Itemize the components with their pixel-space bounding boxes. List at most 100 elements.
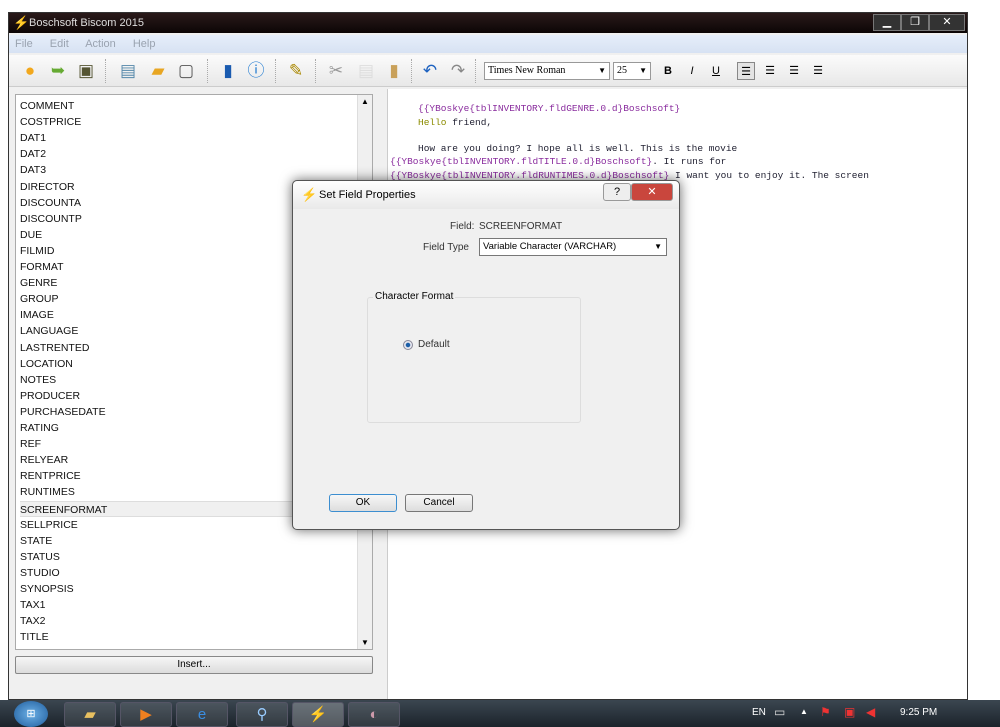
title-bar: ⚡ Boschsoft Biscom 2015 ▁ ❐ ✕ <box>9 13 967 33</box>
media-player-icon[interactable]: ▶ <box>120 702 172 727</box>
file-explorer-icon[interactable]: ▰ <box>64 702 116 727</box>
field-type-label: Field Type <box>423 242 469 253</box>
dialog-close-button[interactable]: ✕ <box>631 183 673 201</box>
app-lightning-icon: ⚡ <box>301 187 318 202</box>
field-list-item[interactable]: STUDIO <box>20 565 358 581</box>
field-type-value: Variable Character (VARCHAR) <box>483 241 617 252</box>
save-icon[interactable]: ▢ <box>175 60 197 82</box>
field-label: Field: <box>450 221 475 232</box>
window-title: Boschsoft Biscom 2015 <box>29 17 144 29</box>
help-book-icon[interactable]: ▮ <box>217 60 239 82</box>
underline-button[interactable]: U <box>707 62 725 80</box>
language-indicator[interactable]: EN <box>752 707 766 718</box>
info-icon[interactable]: ⓘ <box>245 60 267 82</box>
field-list-item[interactable]: SYNOPSIS <box>20 581 358 597</box>
chevron-down-icon: ▼ <box>639 66 647 75</box>
network-tool-icon[interactable]: ⚲ <box>236 702 288 727</box>
clock-time[interactable]: 9:25 PM <box>900 707 937 718</box>
scroll-up-icon[interactable]: ▲ <box>361 97 369 106</box>
align-right-icon[interactable]: ☰ <box>785 62 803 80</box>
database-icon[interactable]: ● <box>19 60 41 82</box>
toolbar-separator <box>275 59 277 83</box>
align-left-icon[interactable]: ☰ <box>737 62 755 80</box>
editor-line: How are you doing? I hope all is well. T… <box>418 143 738 154</box>
menu-action[interactable]: Action <box>85 38 116 50</box>
maximize-button[interactable]: ❐ <box>901 14 929 31</box>
save-disk-icon[interactable]: ▣ <box>75 60 97 82</box>
action-center-flag-icon[interactable]: ⚑ <box>820 705 831 719</box>
font-size-select[interactable]: 25 ▼ <box>613 62 651 80</box>
chevron-down-icon: ▼ <box>598 66 606 75</box>
set-field-properties-dialog: ⚡ Set Field Properties ? ✕ Field: SCREEN… <box>292 180 680 530</box>
redo-icon[interactable]: ↷ <box>447 60 469 82</box>
network-tray-icon[interactable]: ▭ <box>774 705 785 719</box>
editor-line: {{YBoskye{tblINVENTORY.fldTITLE.0.d}Bosc… <box>390 156 726 167</box>
justify-icon[interactable]: ☰ <box>809 62 827 80</box>
field-type-select[interactable]: Variable Character (VARCHAR) ▼ <box>479 238 667 256</box>
field-list-item[interactable]: COMMENT <box>20 98 358 114</box>
cancel-button[interactable]: Cancel <box>405 494 473 512</box>
field-list-item[interactable]: TAX2 <box>20 613 358 629</box>
dialog-title-bar: ⚡ Set Field Properties ? ✕ <box>293 181 679 209</box>
field-list-item[interactable]: TAX1 <box>20 597 358 613</box>
field-list-item[interactable]: STATUS <box>20 549 358 565</box>
undo-icon[interactable]: ↶ <box>419 60 441 82</box>
editor-text: I want you to enjoy it. The screen <box>669 170 869 181</box>
editor-line: Hello friend, <box>418 117 492 128</box>
toolbar-separator <box>411 59 413 83</box>
ok-button[interactable]: OK <box>329 494 397 512</box>
field-list-item[interactable]: TITLE <box>20 629 358 645</box>
export-folder-icon[interactable]: ▰ <box>147 60 169 82</box>
toolbar-separator <box>315 59 317 83</box>
show-hidden-icons-icon[interactable]: ▲ <box>800 707 808 716</box>
menu-edit[interactable]: Edit <box>50 38 69 50</box>
menu-help[interactable]: Help <box>133 38 156 50</box>
start-orb-icon[interactable]: ⊞ <box>14 701 48 727</box>
font-size-value: 25 <box>617 65 627 76</box>
field-list-item[interactable]: DAT1 <box>20 130 358 146</box>
app-lightning-icon: ⚡ <box>13 15 30 30</box>
minimize-button[interactable]: ▁ <box>873 14 901 31</box>
placeholder-text: {{YBoskye{tblINVENTORY.fldTITLE.0.d}Bosc… <box>390 156 653 167</box>
menu-bar: File Edit Action Help <box>9 35 967 53</box>
taskbar: ⊞ ▰ ▶ e ⚲ ⚡ ◐ EN ▭ ▲ ⚑ ▣ ◀ 9:25 PM <box>0 700 1000 727</box>
default-radio[interactable] <box>403 340 413 350</box>
copy-icon[interactable]: ▤ <box>355 60 377 82</box>
character-format-group <box>367 297 581 423</box>
field-list-item[interactable]: DAT2 <box>20 146 358 162</box>
toolbar-separator <box>207 59 209 83</box>
menu-file[interactable]: File <box>15 38 33 50</box>
close-button[interactable]: ✕ <box>929 14 965 31</box>
edit-form-icon[interactable]: ✎ <box>285 60 307 82</box>
cut-icon[interactable]: ✂ <box>325 60 347 82</box>
field-list-item[interactable]: STATE <box>20 533 358 549</box>
editor-line: {{YBoskye{tblINVENTORY.fldGENRE.0.d}Bosc… <box>418 103 681 114</box>
editor-text: friend, <box>446 117 493 128</box>
boschsoft-biscom-icon[interactable]: ⚡ <box>292 702 344 727</box>
font-name-select[interactable]: Times New Roman ▼ <box>484 62 610 80</box>
scroll-down-icon[interactable]: ▼ <box>361 638 369 647</box>
internet-explorer-icon[interactable]: e <box>176 702 228 727</box>
volume-muted-icon[interactable]: ◀ <box>866 705 875 719</box>
field-list-item[interactable]: DAT3 <box>20 162 358 178</box>
align-center-icon[interactable]: ☰ <box>761 62 779 80</box>
field-list-item[interactable]: COSTPRICE <box>20 114 358 130</box>
toolbar-separator <box>475 59 477 83</box>
dialog-title: Set Field Properties <box>319 189 416 201</box>
insert-button[interactable]: Insert... <box>15 656 373 674</box>
paint-icon[interactable]: ◐ <box>348 702 400 727</box>
bold-button[interactable]: B <box>659 62 677 80</box>
toolbar-separator <box>105 59 107 83</box>
editor-text: . It runs for <box>652 156 727 167</box>
font-name-value: Times New Roman <box>488 65 566 76</box>
network-error-icon[interactable]: ▣ <box>844 705 855 719</box>
italic-button[interactable]: I <box>683 62 701 80</box>
document-icon[interactable]: ▤ <box>117 60 139 82</box>
character-format-label: Character Format <box>373 291 456 302</box>
field-value: SCREENFORMAT <box>479 221 563 232</box>
paste-icon[interactable]: ▮ <box>383 60 405 82</box>
dialog-help-button[interactable]: ? <box>603 183 631 201</box>
open-folder-icon[interactable]: ➥ <box>47 60 69 82</box>
default-radio-label: Default <box>418 339 450 350</box>
chevron-down-icon: ▼ <box>654 242 662 251</box>
